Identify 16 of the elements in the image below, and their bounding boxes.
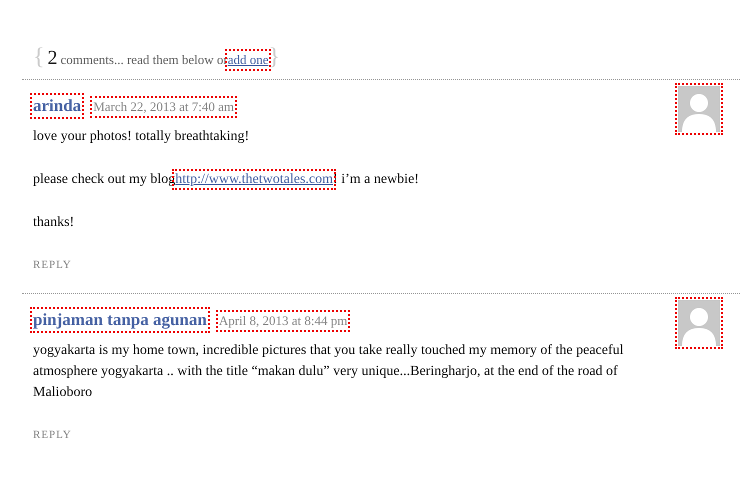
comment-text: thanks! bbox=[33, 214, 76, 232]
add-comment-link[interactable]: add one bbox=[228, 52, 268, 68]
blog-link[interactable]: http://www.thetwotales.com bbox=[175, 172, 334, 187]
comment-author[interactable]: pinjaman tanpa agunan bbox=[33, 310, 207, 330]
comment-date[interactable]: April 8, 2013 at 8:44 pm bbox=[218, 313, 348, 329]
comment-count: 2 bbox=[48, 47, 58, 70]
comment-date[interactable]: March 22, 2013 at 7:40 am bbox=[93, 99, 234, 115]
brace: } bbox=[268, 44, 280, 71]
avatar-icon bbox=[678, 86, 720, 132]
comment-text: yogyakarta is my home town, incredible pictures that you take really touched my memory of the peaceful atmosphere yogyakarta .. with the title “makan dulu” very unique...Beringharjo, at the end of the road of Malioboro bbox=[33, 342, 625, 402]
comment-author[interactable]: arinda bbox=[33, 96, 82, 116]
avatar-icon bbox=[678, 300, 720, 346]
reply-link[interactable]: REPLY bbox=[33, 429, 72, 441]
reply-link[interactable]: REPLY bbox=[33, 259, 72, 271]
brace: { bbox=[33, 44, 45, 71]
comment-text: love your photos! totally breathtaking! bbox=[33, 128, 250, 146]
